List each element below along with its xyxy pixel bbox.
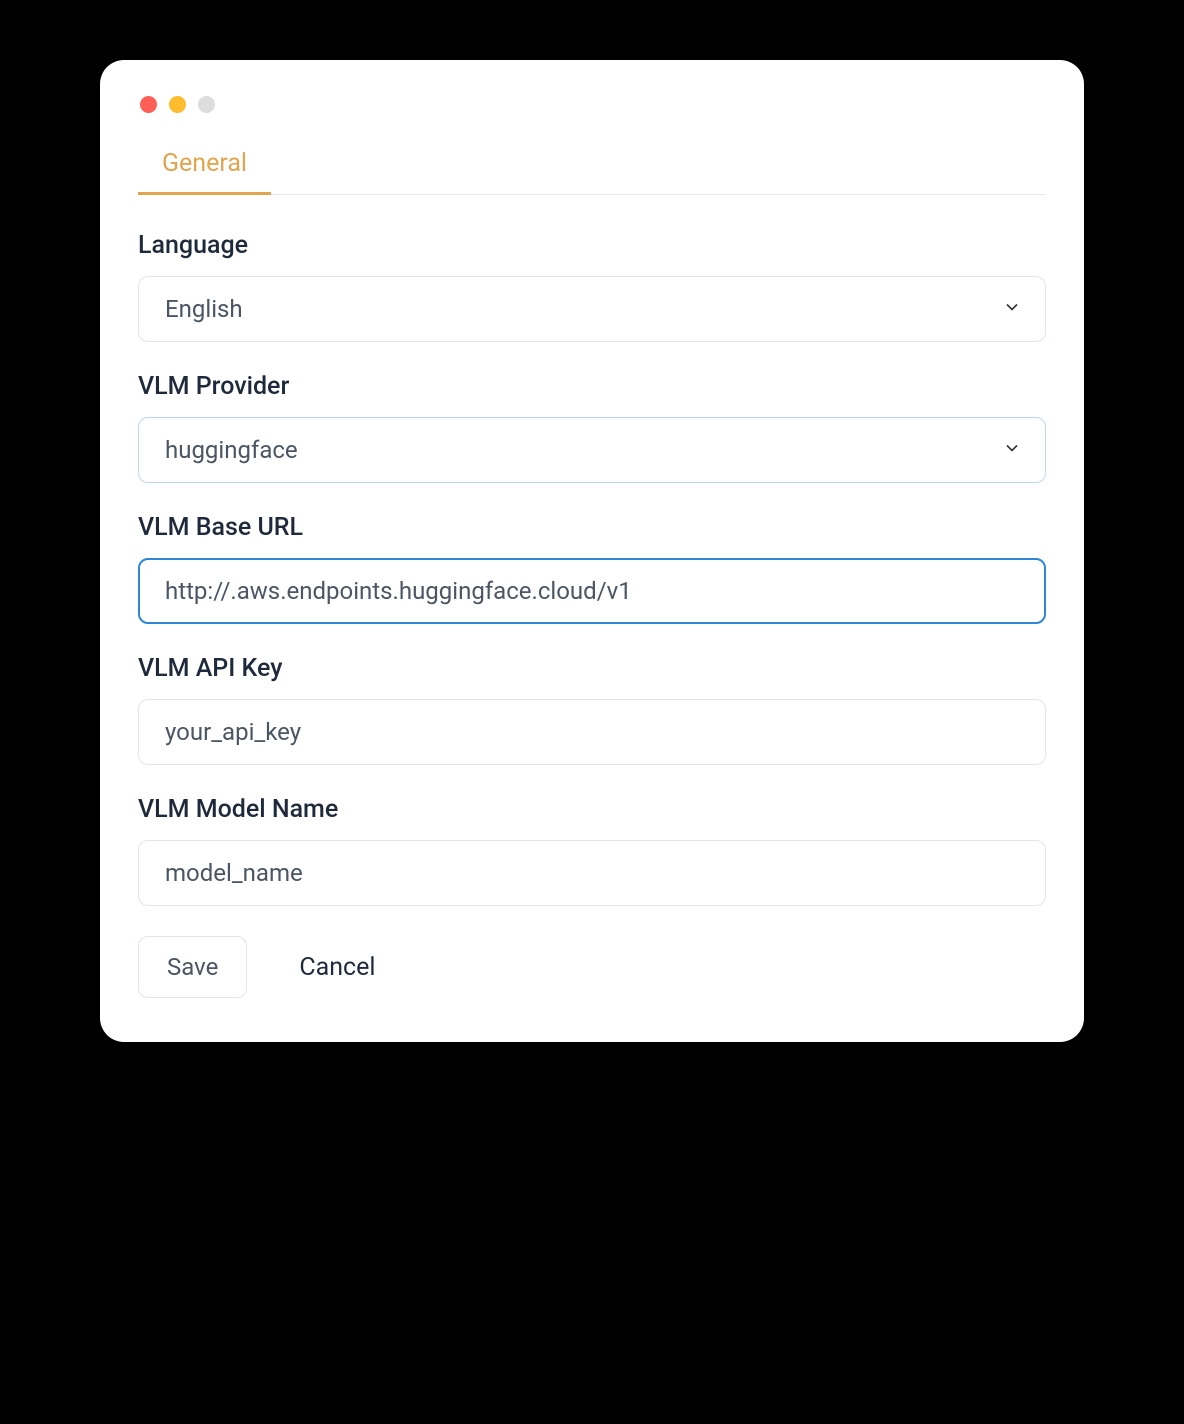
vlm-provider-select[interactable]: huggingface bbox=[138, 417, 1046, 483]
field-language: Language English bbox=[138, 231, 1046, 342]
language-select[interactable]: English bbox=[138, 276, 1046, 342]
language-select-wrap: English bbox=[138, 276, 1046, 342]
vlm-provider-label: VLM Provider bbox=[138, 372, 1046, 401]
vlm-api-key-label: VLM API Key bbox=[138, 654, 1046, 683]
vlm-base-url-input[interactable] bbox=[138, 558, 1046, 624]
vlm-provider-select-wrap: huggingface bbox=[138, 417, 1046, 483]
minimize-window-icon[interactable] bbox=[169, 96, 186, 113]
tab-general[interactable]: General bbox=[138, 139, 271, 195]
action-row: Save Cancel bbox=[138, 936, 1046, 998]
close-window-icon[interactable] bbox=[140, 96, 157, 113]
field-vlm-api-key: VLM API Key bbox=[138, 654, 1046, 765]
language-label: Language bbox=[138, 231, 1046, 260]
field-vlm-provider: VLM Provider huggingface bbox=[138, 372, 1046, 483]
maximize-window-icon[interactable] bbox=[198, 96, 215, 113]
tab-bar: General bbox=[138, 139, 1046, 195]
vlm-api-key-input[interactable] bbox=[138, 699, 1046, 765]
settings-window: General Language English VLM Provider hu… bbox=[100, 60, 1084, 1042]
save-button[interactable]: Save bbox=[138, 936, 247, 998]
field-vlm-base-url: VLM Base URL bbox=[138, 513, 1046, 624]
vlm-model-name-input[interactable] bbox=[138, 840, 1046, 906]
vlm-base-url-label: VLM Base URL bbox=[138, 513, 1046, 542]
window-controls bbox=[138, 96, 1046, 113]
vlm-model-name-label: VLM Model Name bbox=[138, 795, 1046, 824]
cancel-button[interactable]: Cancel bbox=[299, 953, 375, 982]
field-vlm-model-name: VLM Model Name bbox=[138, 795, 1046, 906]
